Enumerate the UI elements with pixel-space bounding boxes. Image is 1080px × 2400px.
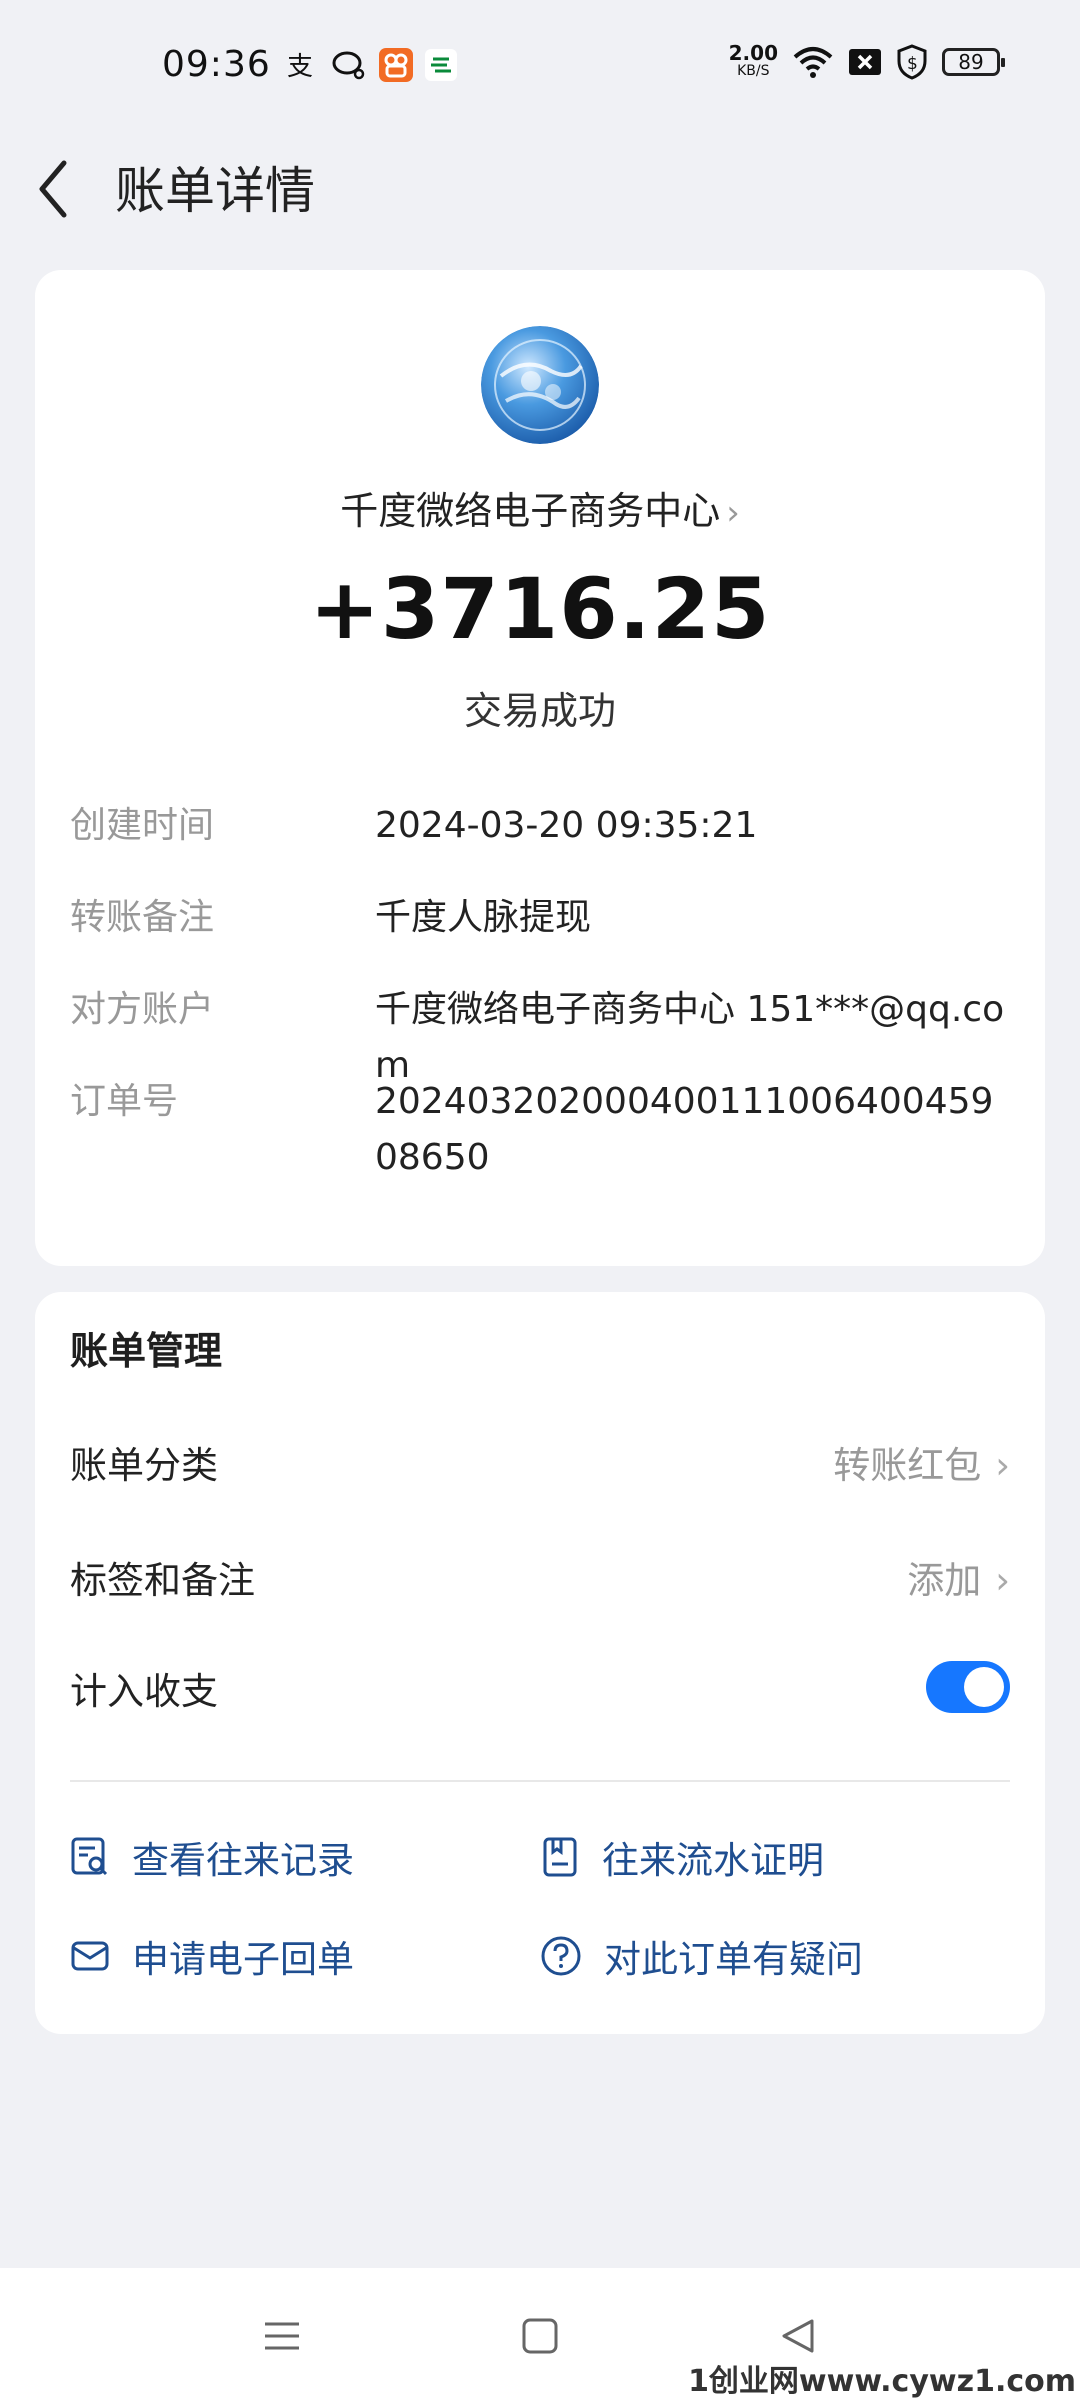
section-title: 账单管理	[70, 1329, 223, 1373]
status-time: 09:36	[162, 44, 271, 85]
transaction-card: 千度微络电子商务中心 › +3716.25 交易成功 创建时间 2024-03-2…	[35, 270, 1045, 1266]
info-label: 订单号	[70, 1081, 179, 1122]
bill-category-text: 转账红包	[833, 1444, 982, 1487]
back-arrow-icon	[39, 160, 67, 218]
bill-category-label: 账单分类	[70, 1444, 218, 1487]
bill-category-value: 转账红包 ›	[833, 1435, 1010, 1489]
order-question-link[interactable]: 对此订单有疑问	[540, 1926, 863, 1986]
e-receipt-link[interactable]: 申请电子回单	[70, 1926, 354, 1986]
view-records-label: 查看往来记录	[132, 1839, 354, 1882]
bill-management-card: 账单管理 账单分类 转账红包 › 标签和备注 添加 › 计入收支 查看往来记录 往来…	[35, 1292, 1045, 2034]
tags-notes-row[interactable]: 标签和备注 添加 ›	[70, 1540, 1010, 1610]
transaction-status: 交易成功	[463, 689, 616, 733]
statement-proof-link[interactable]: 往来流水证明	[540, 1827, 824, 1887]
info-label: 转账备注	[70, 897, 215, 938]
header: 账单详情	[0, 135, 1080, 265]
page-title: 账单详情	[115, 162, 315, 220]
post-icon	[425, 49, 457, 81]
tags-notes-text: 添加	[907, 1559, 982, 1602]
chevron-right-icon: ›	[995, 1444, 1010, 1487]
count-in-stats-row: 计入收支	[70, 1651, 1010, 1721]
wifi-icon	[792, 45, 834, 79]
transaction-amount: +3716.25	[309, 560, 771, 658]
info-value: 2024-03-20 09:35:21	[375, 805, 758, 846]
battery-icon: 89	[942, 48, 1005, 76]
menu-icon[interactable]	[262, 2316, 302, 2356]
net-speed: 2.00 KB/S	[728, 41, 778, 80]
count-in-stats-label: 计入收支	[70, 1670, 218, 1713]
watermark-text: 1创业网www.cywz1.com	[688, 2364, 1076, 2399]
view-records-link[interactable]: 查看往来记录	[70, 1827, 354, 1887]
statement-icon	[543, 1837, 577, 1877]
tags-notes-value: 添加 ›	[907, 1550, 1010, 1604]
order-question-label: 对此订单有疑问	[604, 1938, 863, 1981]
payee-label: 千度微络电子商务中心	[340, 489, 721, 533]
status-bar: 09:36 支 2.00 KB/S $ 89	[0, 0, 1080, 135]
notification-icons: 支	[285, 48, 457, 82]
payee-avatar	[481, 326, 599, 444]
svg-text:支: 支	[287, 52, 313, 80]
back-triangle-icon[interactable]	[778, 2316, 818, 2356]
chat-icon	[331, 50, 367, 80]
status-right: 2.00 KB/S $ 89	[728, 41, 1005, 80]
info-label: 对方账户	[70, 989, 215, 1030]
sim-x-icon	[848, 47, 882, 77]
e-receipt-label: 申请电子回单	[132, 1938, 354, 1981]
payee-name[interactable]: 千度微络电子商务中心 ›	[35, 480, 1045, 535]
chevron-right-icon: ›	[726, 493, 740, 533]
back-button[interactable]	[30, 153, 90, 223]
alipay-icon: 支	[285, 50, 319, 80]
info-value: 千度人脉提现	[375, 897, 592, 938]
net-speed-value: 2.00	[728, 41, 778, 65]
mail-icon	[71, 1941, 109, 1971]
shield-dollar-icon: $	[896, 44, 928, 80]
system-nav-bar: 1创业网www.cywz1.com	[0, 2268, 1080, 2400]
statement-proof-label: 往来流水证明	[602, 1839, 824, 1882]
app-icon	[379, 48, 413, 82]
chevron-right-icon: ›	[995, 1559, 1010, 1602]
records-search-icon	[71, 1837, 108, 1876]
svg-text:$: $	[907, 54, 918, 74]
home-square-icon[interactable]	[520, 2316, 560, 2356]
count-in-stats-toggle[interactable]	[926, 1661, 1010, 1713]
tags-notes-label: 标签和备注	[70, 1559, 255, 1602]
info-value[interactable]: 20240320200040011100640045908650	[375, 1074, 1015, 1186]
info-label: 创建时间	[70, 805, 215, 846]
divider	[70, 1780, 1010, 1782]
bill-category-row[interactable]: 账单分类 转账红包 ›	[70, 1425, 1010, 1495]
question-icon	[541, 1936, 581, 1976]
